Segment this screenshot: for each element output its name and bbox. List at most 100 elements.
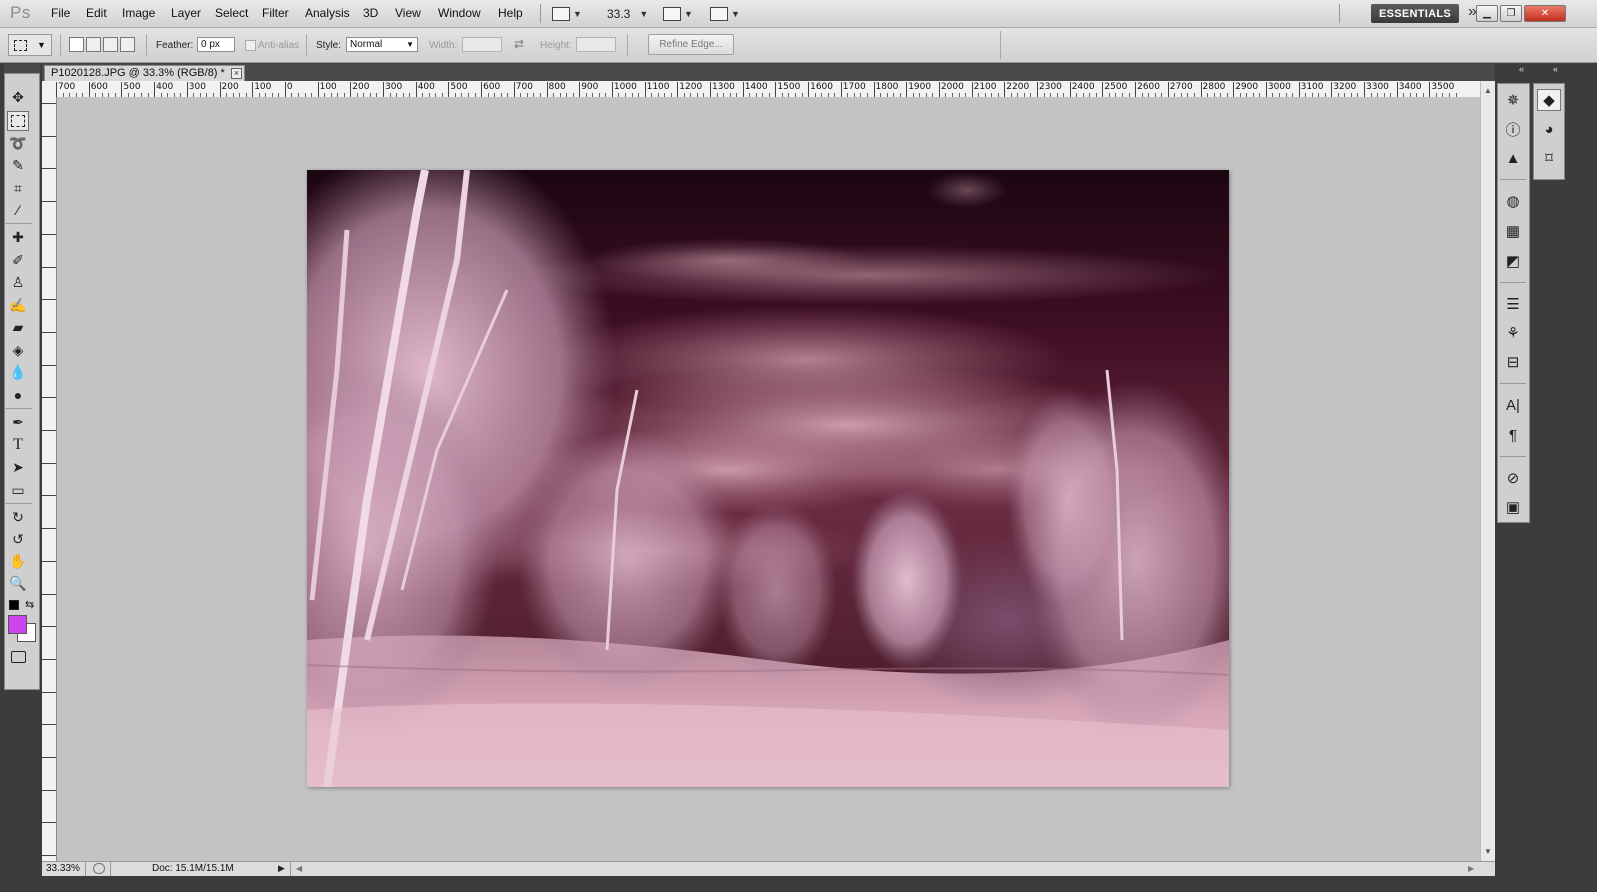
restore-button[interactable]: ❐ xyxy=(1500,5,1522,22)
eraser-icon[interactable]: ▰ xyxy=(7,317,29,337)
anti-alias-checkbox[interactable] xyxy=(245,40,256,51)
3d-rotate-icon[interactable]: ↻ xyxy=(7,507,29,527)
vertical-ruler[interactable] xyxy=(42,97,57,861)
scroll-right-icon[interactable]: ▶ xyxy=(1468,864,1474,873)
quick-selection-icon[interactable]: ✎ xyxy=(7,155,29,175)
menu-bar: Ps File Edit Image Layer Select Filter A… xyxy=(0,0,1597,28)
zoom-level-dropdown[interactable]: 33.3 ▼ xyxy=(607,4,648,23)
status-icon[interactable] xyxy=(93,863,105,874)
navigator-icon[interactable]: ✵ xyxy=(1501,89,1525,111)
menu-edit[interactable]: Edit xyxy=(86,6,107,20)
screen-mode-button[interactable]: ▼ xyxy=(710,4,740,23)
collapse-panels-icon[interactable]: « xyxy=(1519,64,1524,74)
move-icon[interactable]: ✥ xyxy=(7,87,29,107)
ruler-tick xyxy=(1429,82,1431,97)
3d-orbit-icon[interactable]: ↺ xyxy=(7,529,29,549)
subtract-from-selection-icon[interactable] xyxy=(103,37,118,52)
histogram-icon[interactable]: ▲ xyxy=(1501,147,1525,169)
scroll-up-icon[interactable]: ▲ xyxy=(1484,86,1492,95)
minimize-button[interactable]: ▁ xyxy=(1476,5,1498,22)
lasso-icon[interactable]: ➰ xyxy=(7,133,29,153)
swatches-icon[interactable]: ▦ xyxy=(1501,220,1525,242)
type-icon[interactable]: T xyxy=(7,435,29,455)
new-selection-icon[interactable] xyxy=(69,37,84,52)
menu-layer[interactable]: Layer xyxy=(171,6,201,20)
menu-image[interactable]: Image xyxy=(122,6,155,20)
swap-width-height-icon[interactable]: ⇄ xyxy=(514,37,524,51)
add-to-selection-icon[interactable] xyxy=(86,37,101,52)
arrange-documents-button[interactable]: ▼ xyxy=(663,4,693,23)
adjustments-icon[interactable]: ☰ xyxy=(1501,293,1525,315)
zoom-icon[interactable]: 🔍 xyxy=(7,573,29,593)
ruler-label: 2800 xyxy=(1202,82,1226,92)
brush-icon[interactable]: ✐ xyxy=(7,250,29,270)
refine-edge-button[interactable]: Refine Edge... xyxy=(648,34,734,55)
menu-3d[interactable]: 3D xyxy=(363,6,378,20)
vertical-scrollbar[interactable]: ▲ ▼ xyxy=(1480,81,1495,861)
document-tab[interactable]: P1020128.JPG @ 33.3% (RGB/8) * xyxy=(44,65,245,81)
ruler-tick xyxy=(938,82,940,97)
intersect-selection-icon[interactable] xyxy=(120,37,135,52)
menu-analysis[interactable]: Analysis xyxy=(305,6,350,20)
channels-icon[interactable]: ◕ xyxy=(1537,118,1561,140)
ruler-tick xyxy=(415,82,417,97)
layers-icon[interactable]: ◆ xyxy=(1537,89,1561,111)
rectangle-icon[interactable]: ▭ xyxy=(7,480,29,500)
menu-help[interactable]: Help xyxy=(498,6,523,20)
menu-select[interactable]: Select xyxy=(215,6,248,20)
character-icon[interactable]: A| xyxy=(1501,394,1525,416)
history-brush-icon[interactable]: ✍ xyxy=(7,295,29,315)
workspace-essentials-button[interactable]: ESSENTIALS xyxy=(1371,4,1459,23)
hand-icon[interactable]: ✋ xyxy=(7,551,29,571)
zoom-percent-field[interactable]: 33.33% xyxy=(42,862,86,876)
swap-colors-icon[interactable]: ⇆ xyxy=(25,598,34,611)
height-input[interactable] xyxy=(576,37,616,52)
blur-icon[interactable]: 💧 xyxy=(7,362,29,382)
path-selection-icon[interactable]: ➤ xyxy=(7,457,29,477)
document-image[interactable] xyxy=(307,170,1229,787)
dodge-icon[interactable]: ● xyxy=(7,385,29,405)
paths-icon[interactable]: ⌑ xyxy=(1537,147,1561,169)
ruler-label: 2400 xyxy=(1071,82,1095,92)
close-icon[interactable]: × xyxy=(231,68,242,79)
feather-input[interactable]: 0 px xyxy=(197,37,235,52)
width-input[interactable] xyxy=(462,37,502,52)
toolbar-header[interactable] xyxy=(4,64,40,73)
menu-view[interactable]: View xyxy=(395,6,421,20)
masks-icon[interactable]: ⚘ xyxy=(1501,322,1525,344)
style-select[interactable]: Normal ▼ xyxy=(346,37,418,52)
marquee-icon[interactable] xyxy=(7,111,29,131)
document-tab-bar xyxy=(42,64,1530,81)
color-icon[interactable]: ◍ xyxy=(1501,190,1525,212)
document-size-info: Doc: 15.1M/15.1M xyxy=(152,863,234,874)
spot-healing-icon[interactable]: ✚ xyxy=(7,227,29,247)
foreground-color-swatch[interactable] xyxy=(8,615,27,634)
launch-bridge-button[interactable]: ▼ xyxy=(552,4,582,23)
ruler-tick xyxy=(154,82,156,97)
status-menu-icon[interactable]: ▶ xyxy=(278,863,285,874)
pen-icon[interactable]: ✒ xyxy=(7,412,29,432)
styles-icon[interactable]: ◩ xyxy=(1501,250,1525,272)
default-colors-icon[interactable] xyxy=(9,600,19,610)
clone-source-icon[interactable]: ▣ xyxy=(1501,496,1525,518)
scroll-left-icon[interactable]: ◀ xyxy=(296,864,302,873)
collapse-panels-icon[interactable]: « xyxy=(1553,64,1558,74)
horizontal-ruler[interactable]: 700 600 500 400 300 200 100 0 100 200 300 400 500 600… xyxy=(42,81,1480,98)
clone-stamp-icon[interactable]: ♙ xyxy=(7,272,29,292)
info-icon[interactable]: ⓘ xyxy=(1501,118,1525,140)
menu-file[interactable]: File xyxy=(51,6,70,20)
scroll-down-icon[interactable]: ▼ xyxy=(1484,847,1492,856)
layer-comps-icon[interactable]: ⊟ xyxy=(1501,351,1525,373)
paragraph-icon[interactable]: ¶ xyxy=(1501,424,1525,446)
ruler-label: 300 xyxy=(188,82,206,92)
crop-icon[interactable]: ⌗ xyxy=(7,178,29,198)
paint-bucket-icon[interactable]: ◈ xyxy=(7,340,29,360)
menu-window[interactable]: Window xyxy=(438,6,481,20)
eyedropper-icon[interactable]: ⁄ xyxy=(7,200,29,220)
brushes-icon[interactable]: ⊘ xyxy=(1501,467,1525,489)
quick-mask-icon[interactable] xyxy=(7,647,29,667)
close-button[interactable]: ✕ xyxy=(1524,5,1566,22)
ruler-label: 500 xyxy=(123,82,141,92)
menu-filter[interactable]: Filter xyxy=(262,6,289,20)
tool-preset-picker[interactable]: ▼ xyxy=(8,34,52,56)
